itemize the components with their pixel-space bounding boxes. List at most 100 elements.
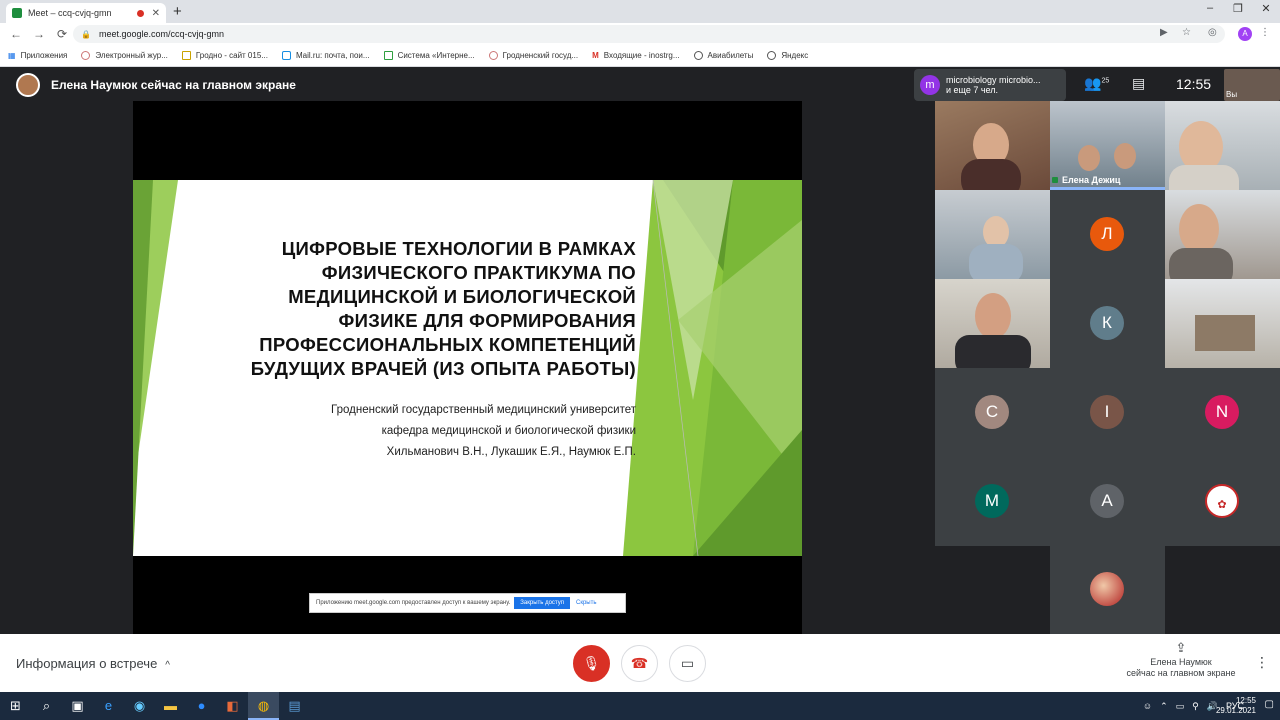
forward-button[interactable]: → (32, 27, 46, 41)
bookmark-item[interactable]: Mail.ru: почта, пои... (281, 51, 370, 60)
bookmark-item[interactable]: Система «Интерне... (383, 51, 475, 60)
bookmark-star-icon[interactable]: ☆ (1182, 27, 1191, 38)
maximize-button[interactable]: ❐ (1224, 2, 1252, 15)
participant-tile[interactable]: ✿ (1165, 457, 1280, 546)
lock-icon: 🔒 (81, 29, 91, 39)
participant-tile[interactable] (1165, 190, 1280, 279)
close-window-button[interactable]: ✕ (1252, 2, 1280, 15)
hide-notice-button[interactable]: Скрыть (576, 600, 596, 606)
meet-favicon-icon (12, 8, 22, 18)
network-icon[interactable]: ▭ (1176, 701, 1185, 712)
participant-name: Елена Дежиц (1062, 175, 1121, 185)
bookmarks-bar: ▦ Приложения Электронный жур... Гродно - … (0, 45, 1280, 67)
tab-title: Meet – ccq-cvjq-gmn (28, 8, 112, 18)
meet-main: Елена Наумюк сейчас на главном экране ЦИ… (0, 67, 1280, 634)
bookmark-item[interactable]: M Входящие - inostrg... (592, 51, 679, 60)
participant-tile[interactable] (1050, 546, 1165, 634)
back-button[interactable]: ← (9, 27, 23, 41)
avatar: Л (1090, 217, 1124, 251)
tab-close-button[interactable]: ✕ (152, 8, 160, 19)
new-tab-button[interactable]: + (173, 3, 182, 20)
mic-off-button[interactable]: 🎙 (573, 645, 610, 682)
participant-tile[interactable] (935, 101, 1050, 190)
edge-icon[interactable]: e (93, 692, 124, 720)
avatar: I (1090, 395, 1124, 429)
task-view-icon[interactable]: ▣ (62, 692, 93, 720)
browser-tab[interactable]: Meet – ccq-cvjq-gmn ✕ (6, 3, 166, 23)
extension-icon[interactable]: ◎ (1208, 27, 1217, 38)
mail-icon (281, 51, 291, 60)
globe-icon (767, 51, 777, 60)
url-bar[interactable]: 🔒 meet.google.com/ccq-cvjq-gmn (73, 25, 1225, 43)
bookmark-item[interactable]: Яндекс (767, 51, 808, 60)
bookmark-item[interactable]: Электронный жур... (81, 51, 168, 60)
app-icon[interactable]: ◉ (124, 692, 155, 720)
start-button[interactable]: ⊞ (0, 692, 31, 720)
camera-button[interactable]: ▭ (669, 645, 706, 682)
windows-taskbar: ⊞ ⌕ ▣ e ◉ ▬ ● ◧ ◍ ▤ ☺ ⌃ ▭ ⚲ 🔊 РУС 12:55 … (0, 692, 1280, 720)
self-view[interactable]: Вы (1224, 69, 1280, 101)
avatar (16, 73, 40, 97)
bookmark-item[interactable]: Гродненский госуд... (488, 51, 578, 60)
participant-tile[interactable]: С (935, 368, 1050, 457)
browser-tab-strip: Meet – ccq-cvjq-gmn ✕ + – ❐ ✕ (0, 0, 1280, 23)
stop-sharing-button[interactable]: Закрыть доступ (514, 597, 570, 609)
people-icon[interactable]: ☺ (1143, 701, 1152, 711)
camera-in-use-icon[interactable]: ▶ (1160, 27, 1168, 38)
slide-subtitle: Гродненский государственный медицинский … (331, 404, 636, 458)
meeting-info-button[interactable]: Информация о встрече ^ (16, 656, 170, 671)
site-icon (181, 51, 191, 60)
apps-icon: ▦ (8, 51, 16, 60)
minimize-button[interactable]: – (1196, 2, 1224, 15)
taskbar-clock[interactable]: 12:55 29.01.2021 (1216, 696, 1256, 716)
url-text: meet.google.com/ccq-cvjq-gmn (98, 29, 225, 39)
avatar: С (975, 395, 1009, 429)
participant-tile[interactable]: К (1050, 279, 1165, 368)
slide-title: ЦИФРОВЫЕ ТЕХНОЛОГИИ В РАМКАХ ФИЗИЧЕСКОГО… (250, 238, 636, 379)
word-icon[interactable]: ▤ (279, 692, 310, 720)
people-icon[interactable]: 👥25 (1084, 75, 1109, 92)
usb-icon[interactable]: ⚲ (1192, 701, 1199, 712)
share-notice-text: Приложению meet.google.com предоставлен … (316, 600, 511, 606)
present-screen-icon: ⇪ (1175, 640, 1187, 655)
avatar: m (920, 75, 940, 95)
participant-tile[interactable] (1165, 279, 1280, 368)
participant-tile[interactable] (935, 190, 1050, 279)
folder-icon[interactable]: ▬ (155, 692, 186, 720)
participant-tile[interactable] (935, 279, 1050, 368)
participant-tile[interactable]: Л (1050, 190, 1165, 279)
chat-notification[interactable]: m microbiology microbio... и еще 7 чел. (914, 69, 1066, 101)
call-end-icon: ☎ (630, 655, 649, 671)
bookmark-item[interactable]: Авиабилеты (693, 51, 753, 60)
gmail-icon: M (592, 51, 599, 60)
shared-screen: ЦИФРОВЫЕ ТЕХНОЛОГИИ В РАМКАХ ФИЗИЧЕСКОГО… (133, 101, 802, 634)
office-icon[interactable]: ◧ (217, 692, 248, 720)
more-options-button[interactable]: ⋮ (1255, 654, 1269, 671)
profile-avatar[interactable]: A (1238, 27, 1252, 41)
notification-icon[interactable]: ▢ (1265, 699, 1274, 710)
site-icon (383, 51, 393, 60)
reload-button[interactable]: ⟳ (55, 27, 69, 41)
bookmark-item[interactable]: Гродно - сайт 015... (181, 51, 268, 60)
window-controls: – ❐ ✕ (1196, 2, 1280, 15)
participant-tile[interactable]: А (1050, 457, 1165, 546)
search-icon[interactable]: ⌕ (31, 692, 62, 720)
menu-icon[interactable]: ⋮ (1260, 27, 1270, 38)
participant-tile[interactable]: I (1050, 368, 1165, 457)
present-now-button[interactable]: ⇪ Елена Наумюк сейчас на главном экране (1116, 640, 1246, 679)
bookmark-item[interactable]: ▦ Приложения (8, 51, 67, 60)
participants-grid: Елена Дежиц Л К С I N М А ✿ (935, 101, 1280, 634)
chat-icon[interactable]: ▤ (1132, 75, 1145, 92)
chrome-icon[interactable]: ◍ (248, 692, 279, 720)
logo-avatar-icon: ✿ (1205, 484, 1239, 518)
avatar: А (1090, 484, 1124, 518)
participant-tile[interactable]: М (935, 457, 1050, 546)
zoom-icon[interactable]: ● (186, 692, 217, 720)
chevron-up-icon[interactable]: ⌃ (1160, 701, 1168, 712)
participant-tile[interactable] (1165, 101, 1280, 190)
participant-tile[interactable]: Елена Дежиц (1050, 101, 1165, 190)
site-icon (81, 51, 91, 60)
hang-up-button[interactable]: ☎ (621, 645, 658, 682)
chevron-up-icon: ^ (165, 660, 170, 671)
participant-tile[interactable]: N (1165, 368, 1280, 457)
